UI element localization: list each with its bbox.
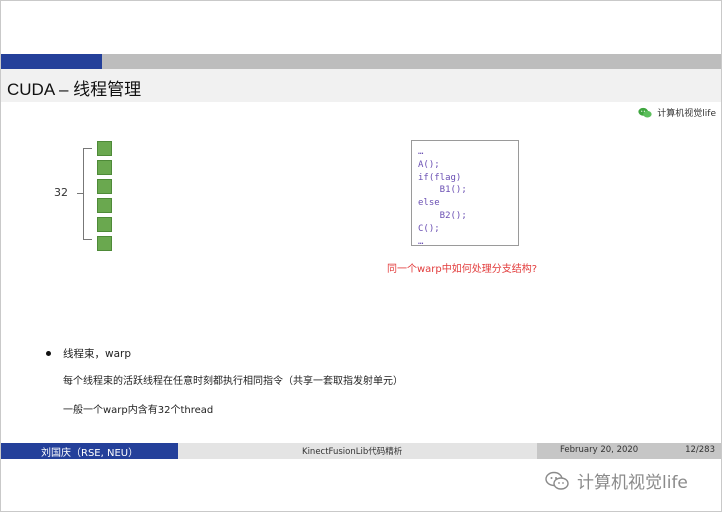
code-line: … [418,236,424,247]
footer-author-box: 刘国庆（RSE, NEU） [1,443,178,459]
thread-column [97,141,112,251]
bullet-item: 线程束，warp [63,348,132,360]
slide-title: CUDA – 线程管理 [7,80,142,99]
footer-date: February 20, 2020 [560,445,639,455]
thread-square [97,179,112,194]
code-line: … [418,147,424,157]
code-line: B1(); [418,185,467,196]
brace [83,148,92,240]
top-bar [1,54,721,69]
watermark-big-text: 计算机视觉life [577,473,688,493]
wechat-icon [545,471,569,490]
thread-square [97,141,112,156]
code-line: C(); [418,223,440,234]
warp-size-label: 32 [54,186,68,199]
warp-diagram: 32 [50,140,150,251]
bullet-dot [46,351,51,356]
thread-square [97,160,112,175]
code-caption: 同一个warp中如何处理分支结构? [387,264,538,275]
code-line: A(); [418,159,440,170]
footer-pages: 12/283 [685,445,715,455]
code-line: B2(); [418,210,467,221]
watermark-small: 计算机视觉life [637,106,716,119]
watermark-small-text: 计算机视觉life [657,109,716,119]
thread-square [97,236,112,251]
footer-title: KinectFusionLib代码精析 [302,447,403,457]
footer-date-box: February 20, 2020 12/283 [537,443,721,459]
top-bar-accent [1,54,102,69]
code-line: if(flag) [418,172,462,183]
code-box: … A(); if(flag) B1(); else B2(); C(); … [411,140,519,247]
body-line-2: 一般一个warp内含有32个thread [63,405,214,416]
footer-author: 刘国庆（RSE, NEU） [41,448,139,459]
body-line-1: 每个线程束的活跃线程在任意时刻都执行相同指令（共享一套取指发射单元） [63,376,403,387]
thread-square [97,198,112,213]
title-strip: CUDA – 线程管理 [1,69,721,102]
footer-title-box: KinectFusionLib代码精析 [178,443,537,459]
wechat-icon [638,107,652,117]
thread-square [97,217,112,232]
footer: 刘国庆（RSE, NEU） KinectFusionLib代码精析 Februa… [1,443,721,459]
code-line: else [418,198,440,209]
watermark-big: 计算机视觉life [545,468,688,493]
